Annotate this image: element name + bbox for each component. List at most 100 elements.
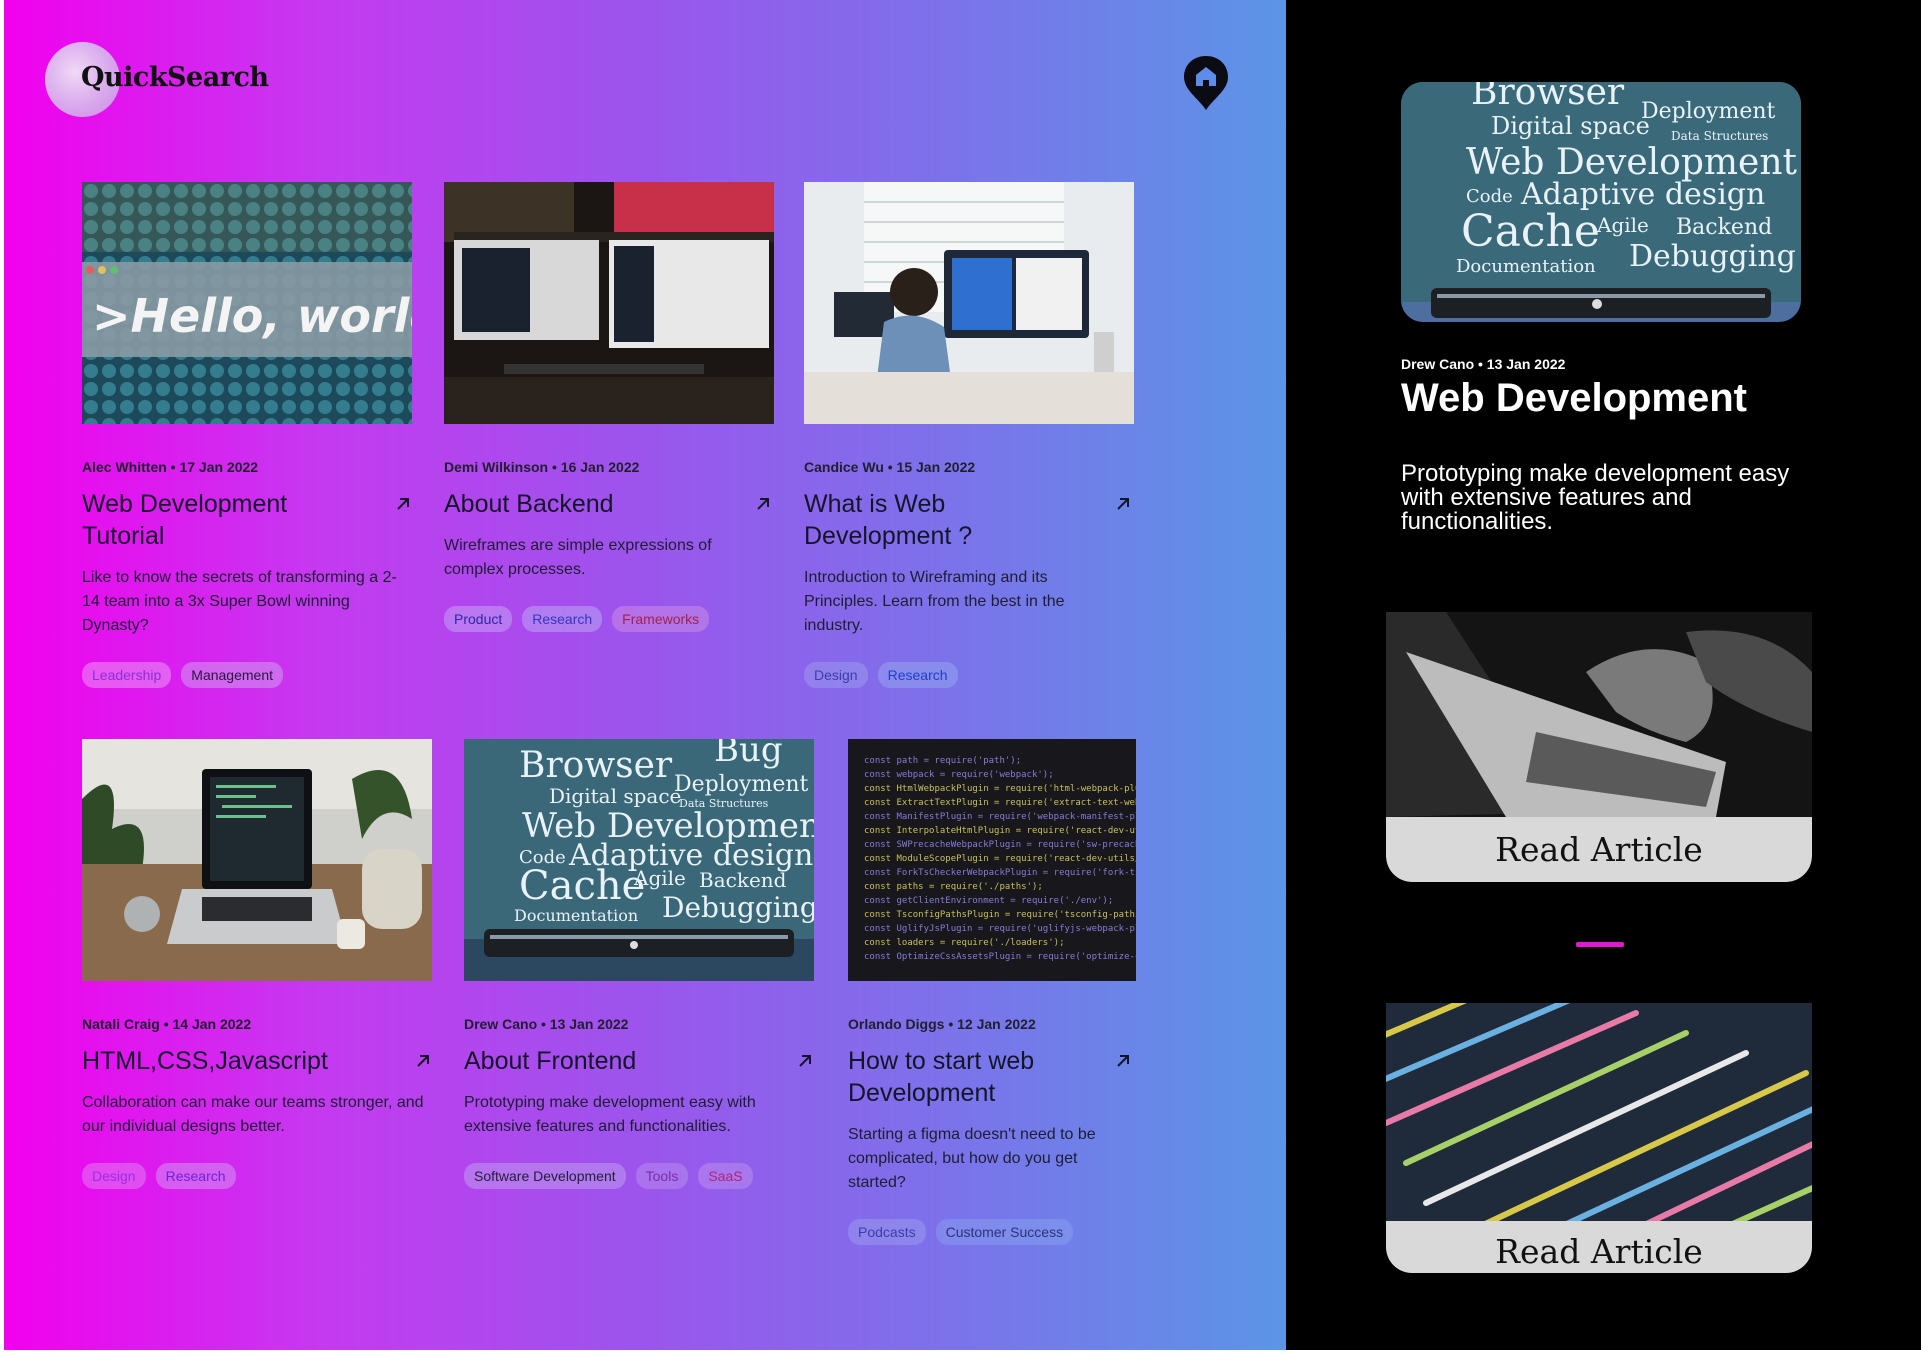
svg-text:Cache: Cache	[519, 863, 645, 909]
svg-text:Cache: Cache	[1461, 206, 1600, 257]
card-title[interactable]: Web Development Tutorial	[82, 488, 322, 552]
svg-text:const getClientEnvironment = r: const getClientEnvironment = require('./…	[864, 896, 1113, 906]
card-meta: Alec Whitten • 17 Jan 2022	[82, 459, 259, 475]
svg-text:Debugging: Debugging	[662, 891, 814, 924]
tag[interactable]: Software Development	[464, 1163, 626, 1189]
tag[interactable]: Design	[82, 1163, 146, 1189]
tag[interactable]: Podcasts	[848, 1219, 926, 1245]
svg-text:Agile: Agile	[1596, 213, 1649, 237]
svg-text:const ManifestPlugin = require: const ManifestPlugin = require('webpack-…	[864, 812, 1136, 822]
arrow-up-right-icon[interactable]	[395, 496, 411, 512]
featured-description: Prototyping make development easy with e…	[1401, 460, 1790, 535]
card-tags: Design Research	[804, 662, 958, 688]
article-card[interactable]: Natali Craig • 14 Jan 2022 HTML,CSS,Java…	[82, 739, 432, 1199]
svg-text:const InterpolateHtmlPlugin =: const InterpolateHtmlPlugin = require('r…	[864, 826, 1136, 836]
card-tags: Product Research Frameworks	[444, 606, 710, 632]
card-description: Introduction to Wireframing and its Prin…	[804, 569, 1065, 634]
read-article-card[interactable]: Read Article	[1386, 1003, 1812, 1273]
article-card[interactable]: Candice Wu • 15 Jan 2022 What is Web Dev…	[804, 182, 1134, 702]
svg-text:const OptimizeCssAssetsPlugin: const OptimizeCssAssetsPlugin = require(…	[864, 952, 1136, 962]
tag[interactable]: Research	[877, 662, 958, 688]
card-image-word-cloud[interactable]: Bug Browser Deployment Digital space Dat…	[464, 739, 814, 981]
svg-text:Deployment: Deployment	[674, 772, 809, 797]
card-image-code-screen[interactable]: const path = require('path'); const webp…	[848, 739, 1136, 981]
featured-meta: Drew Cano • 13 Jan 2022	[1401, 356, 1566, 372]
svg-text:Browser: Browser	[1471, 82, 1625, 113]
card-description: Like to know the secrets of transforming…	[82, 569, 397, 634]
card-title[interactable]: About Backend	[444, 488, 724, 520]
card-meta: Drew Cano • 13 Jan 2022	[464, 1016, 629, 1032]
divider	[1576, 942, 1624, 947]
card-meta: Orlando Diggs • 12 Jan 2022	[848, 1016, 1036, 1032]
article-card[interactable]: const path = require('path'); const webp…	[848, 739, 1136, 1259]
card-description: Prototyping make development easy with e…	[464, 1094, 756, 1135]
svg-text:const TsconfigPathsPlugin = re: const TsconfigPathsPlugin = require('tsc…	[864, 910, 1136, 920]
featured-image[interactable]: Browser Deployment Digital space Data St…	[1401, 82, 1801, 322]
svg-text:Backend: Backend	[699, 868, 787, 892]
logo-text: QuickSearch	[81, 62, 269, 93]
svg-text:Bug: Bug	[714, 739, 783, 770]
read-article-image[interactable]	[1386, 612, 1812, 817]
article-card[interactable]: Bug Browser Deployment Digital space Dat…	[464, 739, 814, 1199]
tag[interactable]: Design	[804, 662, 868, 688]
svg-text:const UglifyJsPlugin = require: const UglifyJsPlugin = require('uglifyjs…	[864, 924, 1136, 934]
read-article-image[interactable]	[1386, 1003, 1812, 1221]
svg-text:Code: Code	[1466, 186, 1513, 207]
card-image-dual-monitor[interactable]	[444, 182, 774, 424]
svg-text:const webpack = require('webpa: const webpack = require('webpack');	[864, 770, 1054, 780]
svg-text:Data Structures: Data Structures	[1671, 129, 1768, 143]
tag[interactable]: Product	[444, 606, 513, 632]
tag[interactable]: Frameworks	[612, 606, 710, 632]
svg-text:const loaders = require('./loa: const loaders = require('./loaders');	[864, 938, 1064, 948]
card-title[interactable]: What is Web Development ?	[804, 488, 1034, 552]
svg-text:const ModuleScopePlugin = requ: const ModuleScopePlugin = require('react…	[864, 854, 1136, 864]
tag[interactable]: Management	[181, 662, 283, 688]
arrow-up-right-icon[interactable]	[1115, 1053, 1131, 1069]
card-description: Collaboration can make our teams stronge…	[82, 1094, 424, 1135]
article-card[interactable]: Demi Wilkinson • 16 Jan 2022 About Backe…	[444, 182, 774, 642]
svg-text:const ExtractTextPlugin = requ: const ExtractTextPlugin = require('extra…	[864, 798, 1136, 808]
svg-text:Digital space: Digital space	[549, 784, 681, 808]
read-article-button[interactable]: Read Article	[1386, 1221, 1812, 1273]
svg-text:const ForkTsCheckerWebpackPlug: const ForkTsCheckerWebpackPlugin = requi…	[864, 868, 1136, 878]
tag[interactable]: Research	[155, 1163, 236, 1189]
svg-text:Documentation: Documentation	[1456, 256, 1596, 277]
svg-text:Deployment: Deployment	[1641, 99, 1776, 124]
tag[interactable]: SaaS	[698, 1163, 753, 1189]
featured-title[interactable]: Web Development	[1401, 378, 1781, 418]
card-meta: Demi Wilkinson • 16 Jan 2022	[444, 459, 640, 475]
card-meta: Natali Craig • 14 Jan 2022	[82, 1016, 252, 1032]
main-panel: QuickSearch >Hello, worl Alec Whitten • …	[4, 0, 1286, 1350]
article-card[interactable]: >Hello, world! Alec Whitten • 17 Jan 202…	[82, 182, 412, 702]
arrow-up-right-icon[interactable]	[797, 1053, 813, 1069]
tag[interactable]: Customer Success	[935, 1219, 1074, 1245]
tag[interactable]: Leadership	[82, 662, 172, 688]
card-meta: Candice Wu • 15 Jan 2022	[804, 459, 976, 475]
card-image-hello-world[interactable]: >Hello, world!	[82, 182, 412, 424]
read-article-button[interactable]: Read Article	[1386, 817, 1812, 882]
svg-text:Agile: Agile	[633, 866, 686, 890]
card-description: Wireframes are simple expressions of com…	[444, 537, 712, 578]
tag[interactable]: Tools	[635, 1163, 689, 1189]
featured-sidebar: Browser Deployment Digital space Data St…	[1286, 0, 1921, 1350]
arrow-up-right-icon[interactable]	[415, 1053, 431, 1069]
card-title[interactable]: About Frontend	[464, 1045, 744, 1077]
svg-text:>Hello, world!: >Hello, world!	[92, 289, 412, 343]
read-article-card[interactable]: Read Article	[1386, 612, 1812, 882]
card-image-man-at-monitors[interactable]	[804, 182, 1134, 424]
card-tags: Software Development Tools SaaS	[464, 1163, 753, 1189]
svg-text:const SWPrecacheWebpackPlugin: const SWPrecacheWebpackPlugin = require(…	[864, 840, 1136, 850]
card-image-laptop-table[interactable]	[82, 739, 432, 981]
arrow-up-right-icon[interactable]	[755, 496, 771, 512]
card-description: Starting a figma doesn't need to be comp…	[848, 1126, 1096, 1191]
tag[interactable]: Research	[522, 606, 603, 632]
card-title[interactable]: HTML,CSS,Javascript	[82, 1045, 382, 1077]
svg-text:Backend: Backend	[1676, 215, 1772, 240]
card-title[interactable]: How to start web Development	[848, 1045, 1088, 1109]
svg-text:Documentation: Documentation	[514, 906, 638, 925]
svg-text:Browser: Browser	[519, 745, 673, 786]
home-pin-icon[interactable]	[1182, 54, 1230, 112]
svg-text:Digital space: Digital space	[1491, 112, 1650, 140]
svg-text:const HtmlWebpackPlugin = requ: const HtmlWebpackPlugin = require('html-…	[864, 784, 1136, 794]
arrow-up-right-icon[interactable]	[1115, 496, 1131, 512]
